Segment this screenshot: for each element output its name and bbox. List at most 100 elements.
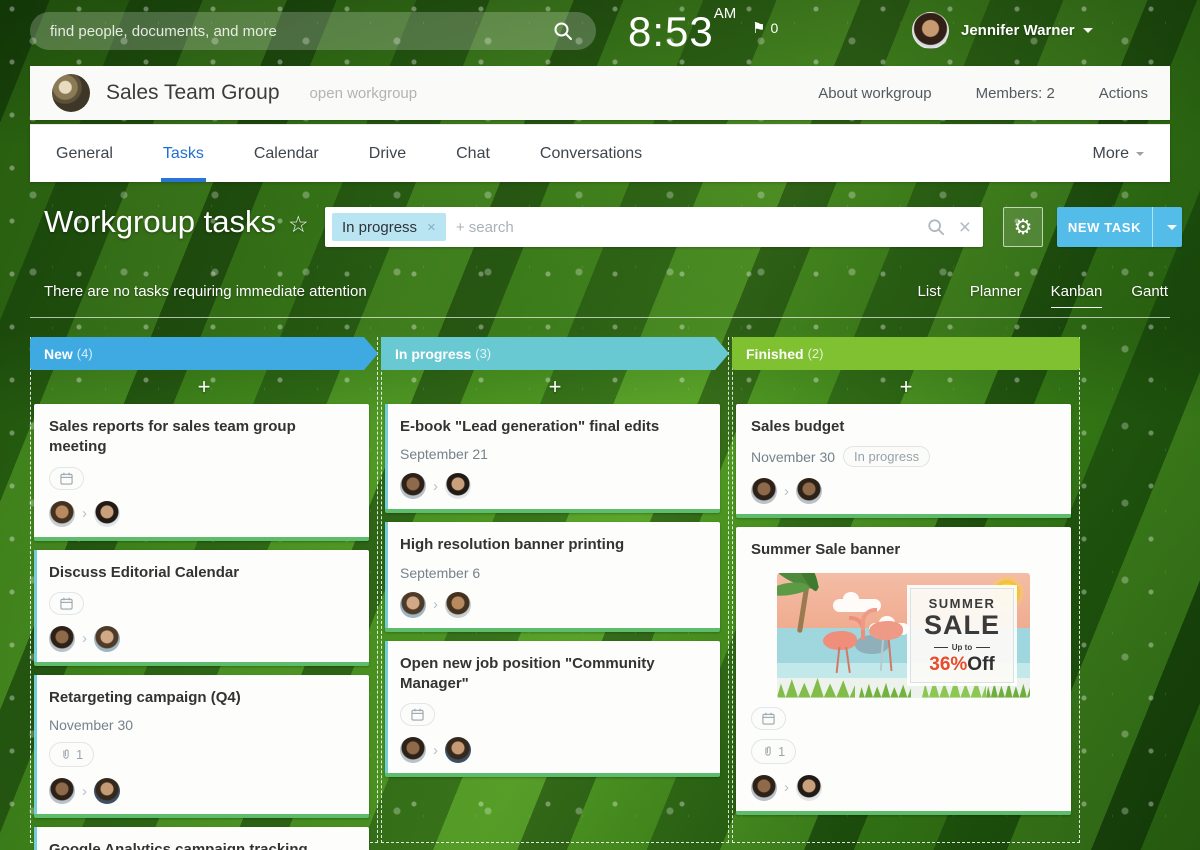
filter-search-input[interactable]	[445, 218, 927, 236]
attachment-count: 1	[76, 747, 84, 762]
sale-text-frame: SUMMER SALE Up to 36%Off	[910, 587, 1014, 683]
chevron-down-icon	[1136, 151, 1144, 156]
kanban-column-new: New (4) + Sales reports for sales team g…	[30, 337, 378, 850]
avatar[interactable]	[445, 591, 471, 618]
view-gantt[interactable]: Gantt	[1131, 283, 1168, 308]
column-count: (4)	[76, 346, 93, 361]
task-card[interactable]: Sales budget November 30 In progress ›	[736, 404, 1071, 519]
attachment-count: 1	[778, 743, 786, 759]
actions-link[interactable]: Actions	[1099, 85, 1148, 102]
clock-meridiem: AM	[713, 5, 737, 22]
view-planner[interactable]: Planner	[970, 283, 1022, 308]
deadline-badge[interactable]	[49, 466, 84, 490]
tab-chat[interactable]: Chat	[454, 125, 492, 182]
task-people: ›	[49, 625, 354, 652]
tab-more[interactable]: More	[1093, 125, 1144, 182]
about-workgroup-link[interactable]: About workgroup	[818, 85, 931, 102]
filter-chip-in-progress[interactable]: In progress ×	[332, 213, 446, 241]
avatar[interactable]	[49, 778, 75, 804]
global-search-input[interactable]	[30, 12, 596, 50]
task-card[interactable]: High resolution banner printing Septembe…	[385, 522, 720, 632]
group-avatar[interactable]	[52, 74, 90, 112]
avatar[interactable]	[94, 500, 120, 527]
column-header-new[interactable]: New (4)	[30, 337, 378, 370]
task-card[interactable]: Open new job position "Community Manager…	[385, 640, 720, 777]
tab-tasks[interactable]: Tasks	[160, 125, 206, 182]
top-bar: 8:53AM ⚑0 Jennifer Warner	[0, 0, 1200, 62]
kanban-column-finished: Finished (2) + Sales budget November 30 I…	[732, 337, 1080, 843]
chip-close-icon[interactable]: ×	[427, 219, 436, 236]
chevron-right-icon: ›	[433, 596, 438, 613]
task-card[interactable]: Retargeting campaign (Q4) November 30 1 …	[34, 674, 369, 818]
task-people: ›	[751, 774, 1056, 801]
group-title[interactable]: Sales Team Group	[106, 81, 280, 105]
user-name: Jennifer Warner	[961, 22, 1075, 39]
avatar[interactable]	[400, 591, 426, 618]
avatar[interactable]	[751, 774, 777, 801]
task-due-date: November 30	[49, 717, 134, 733]
deadline-badge[interactable]	[49, 591, 84, 615]
task-filter-bar[interactable]: In progress × ×	[325, 207, 983, 247]
avatar[interactable]	[445, 473, 471, 500]
user-menu[interactable]: Jennifer Warner	[912, 12, 1093, 49]
add-task-button[interactable]: +	[382, 370, 728, 404]
deadline-badge[interactable]	[400, 703, 435, 726]
task-card[interactable]: E-book "Lead generation" final edits Sep…	[385, 404, 720, 514]
search-icon[interactable]	[927, 218, 945, 236]
task-title: Retargeting campaign (Q4)	[49, 688, 241, 706]
kanban-column-in-progress: In progress (3) + E-book "Lead generatio…	[381, 337, 729, 843]
task-due-date: September 6	[400, 564, 481, 581]
new-task-button[interactable]: NEW TASK	[1057, 207, 1182, 247]
avatar[interactable]	[796, 774, 822, 801]
task-title: Summer Sale banner	[751, 541, 901, 559]
members-link[interactable]: Members: 2	[976, 85, 1055, 102]
deadline-badge[interactable]	[751, 706, 786, 730]
avatar[interactable]	[400, 473, 426, 500]
clock: 8:53AM	[628, 5, 737, 55]
task-card[interactable]: Sales reports for sales team group meeti…	[34, 404, 369, 541]
task-title: Open new job position "Community Manager…	[400, 654, 655, 692]
filter-bar-icons: ×	[927, 217, 971, 238]
view-kanban[interactable]: Kanban	[1050, 283, 1103, 308]
tab-drive[interactable]: Drive	[367, 125, 408, 182]
task-card[interactable]: Discuss Editorial Calendar ›	[34, 549, 369, 666]
attachment-badge[interactable]: 1	[751, 738, 797, 764]
task-title: Sales reports for sales team group meeti…	[49, 418, 296, 456]
avatar[interactable]	[751, 478, 777, 505]
attachment-badge[interactable]: 1	[49, 742, 95, 767]
settings-button[interactable]: ⚙	[1003, 207, 1043, 247]
tab-conversations[interactable]: Conversations	[538, 125, 644, 182]
clear-filter-icon[interactable]: ×	[959, 217, 971, 238]
add-task-button[interactable]: +	[733, 370, 1079, 404]
column-count: (2)	[807, 346, 824, 361]
notifications-flag[interactable]: ⚑ 0	[752, 19, 778, 37]
user-avatar[interactable]	[912, 12, 949, 49]
column-header-finished[interactable]: Finished (2)	[732, 337, 1080, 370]
avatar[interactable]	[94, 778, 120, 804]
favorite-star-icon[interactable]: ☆	[288, 211, 309, 237]
column-header-in-progress[interactable]: In progress (3)	[381, 337, 729, 370]
avatar[interactable]	[94, 625, 120, 652]
notification-count: 0	[770, 20, 779, 36]
new-task-dropdown[interactable]	[1152, 207, 1182, 247]
add-task-button[interactable]: +	[31, 370, 377, 404]
search-icon[interactable]	[553, 21, 573, 41]
avatar[interactable]	[796, 478, 822, 505]
column-name: In progress	[395, 345, 472, 362]
view-list[interactable]: List	[918, 283, 941, 308]
avatar[interactable]	[445, 737, 471, 763]
column-name: New	[44, 345, 73, 362]
avatar[interactable]	[49, 500, 75, 527]
task-title: Sales budget	[751, 418, 845, 435]
tab-general[interactable]: General	[54, 125, 115, 182]
tab-calendar[interactable]: Calendar	[252, 125, 321, 182]
task-card[interactable]: Summer Sale banner SUMMER SALE Up to 36%…	[736, 527, 1071, 815]
workgroup-tasks-page: 8:53AM ⚑0 Jennifer Warner Sales Team Gro…	[0, 0, 1200, 850]
column-cards: Sales reports for sales team group meeti…	[31, 404, 377, 850]
avatar[interactable]	[400, 737, 426, 763]
avatar[interactable]	[49, 625, 75, 652]
task-title: High resolution banner printing	[400, 536, 625, 554]
chevron-right-icon: ›	[784, 482, 789, 500]
task-card[interactable]: Google Analytics campaign tracking ›	[34, 827, 369, 850]
column-cards: E-book "Lead generation" final edits Sep…	[382, 404, 728, 777]
